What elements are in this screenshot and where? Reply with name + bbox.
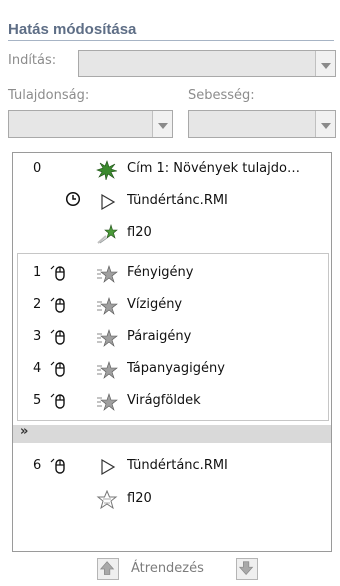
item-name: Virágföldek xyxy=(127,393,201,408)
item-number: 2 xyxy=(33,297,42,312)
panel-title: Hatás módosítása xyxy=(8,21,137,38)
list-item[interactable]: 1 Fényigény xyxy=(13,257,331,290)
collapse-bar[interactable]: » xyxy=(13,424,331,443)
list-item[interactable]: 6 Tündértánc.RMI xyxy=(13,450,331,483)
entrance-effect-icon xyxy=(97,329,118,347)
entrance-effect-icon xyxy=(97,361,118,379)
item-number: 1 xyxy=(33,265,42,280)
panel-header: Hatás módosítása xyxy=(8,20,334,42)
animation-list[interactable]: 0 Cím 1: Növények tulajdo… Tündértánc.RM… xyxy=(12,152,332,552)
start-dropdown[interactable] xyxy=(78,50,336,77)
list-item[interactable]: fl20 xyxy=(13,217,331,250)
list-item[interactable]: Tündértánc.RMI xyxy=(13,185,331,218)
arrow-down-icon[interactable] xyxy=(237,559,257,579)
mouse-click-icon xyxy=(50,458,65,474)
list-item[interactable]: 2 Vízigény xyxy=(13,289,331,322)
entrance-effect-icon xyxy=(97,393,118,411)
start-label: Indítás: xyxy=(8,53,57,68)
arrow-up-icon[interactable] xyxy=(98,559,118,579)
property-label: Tulajdonság: xyxy=(8,88,90,103)
list-item[interactable]: 4 Tápanyagigény xyxy=(13,353,331,386)
mouse-click-icon xyxy=(50,329,65,345)
item-number: 5 xyxy=(33,393,42,408)
chevron-down-icon[interactable] xyxy=(315,111,335,137)
item-name: fl20 xyxy=(127,225,152,240)
speed-dropdown[interactable] xyxy=(188,110,336,138)
move-down-button[interactable] xyxy=(236,558,258,580)
mouse-click-icon xyxy=(50,393,65,409)
mouse-click-icon xyxy=(50,265,65,281)
mouse-click-icon xyxy=(50,361,65,377)
entrance-effect-icon xyxy=(97,297,118,315)
item-number: 4 xyxy=(33,361,42,376)
item-number: 3 xyxy=(33,329,42,344)
list-item[interactable]: 5 Virágföldek xyxy=(13,385,331,418)
item-name: Vízigény xyxy=(127,297,183,312)
mouse-click-icon xyxy=(50,297,65,313)
clock-icon xyxy=(65,191,81,207)
motion-effect-icon xyxy=(97,224,118,244)
header-divider xyxy=(8,40,334,41)
item-name: Fényigény xyxy=(127,265,194,280)
exit-effect-icon xyxy=(96,490,118,510)
play-icon xyxy=(101,193,116,211)
list-item[interactable]: fl20 xyxy=(13,483,331,516)
speed-label: Sebesség: xyxy=(188,88,255,103)
list-item[interactable]: 0 Cím 1: Növények tulajdo… xyxy=(13,153,331,186)
item-number: 6 xyxy=(33,458,42,473)
item-name: Tündértánc.RMI xyxy=(127,458,228,473)
double-chevron-up-icon[interactable]: » xyxy=(20,424,28,439)
item-name: Tápanyagigény xyxy=(127,361,225,376)
item-name: fl20 xyxy=(127,491,152,506)
reorder-bar: Átrendezés xyxy=(0,557,340,583)
item-number: 0 xyxy=(33,161,42,176)
item-name: Páraigény xyxy=(127,329,192,344)
reorder-label: Átrendezés xyxy=(131,561,204,576)
chevron-down-icon[interactable] xyxy=(152,111,172,137)
play-icon xyxy=(101,458,116,476)
list-item[interactable]: 3 Páraigény xyxy=(13,321,331,354)
item-name: Cím 1: Növények tulajdo… xyxy=(127,161,300,176)
entrance-effect-icon xyxy=(97,265,118,283)
item-name: Tündértánc.RMI xyxy=(127,193,228,208)
emphasis-effect-icon xyxy=(96,160,118,180)
move-up-button[interactable] xyxy=(97,558,119,580)
property-dropdown[interactable] xyxy=(8,110,173,138)
chevron-down-icon[interactable] xyxy=(315,51,335,76)
